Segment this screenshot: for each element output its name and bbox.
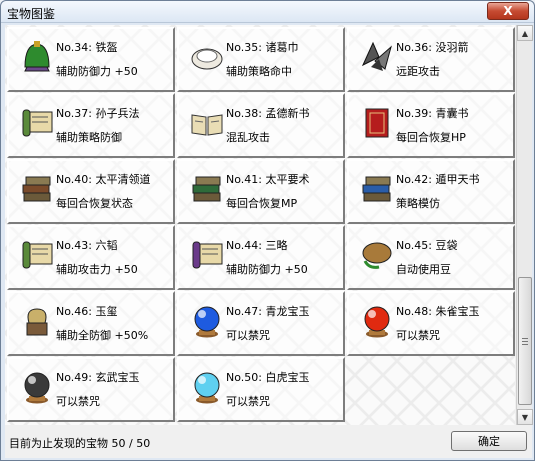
purple-scroll-icon xyxy=(189,237,225,273)
vertical-scrollbar[interactable]: ▲ ▼ xyxy=(516,25,533,425)
treasure-item-name: No.37: 孙子兵法 xyxy=(56,107,140,120)
title-bar[interactable]: 宝物图鉴 X xyxy=(1,1,534,23)
scroll-down-button[interactable]: ▼ xyxy=(517,409,533,425)
treasure-item-description: 辅助策略防御 xyxy=(56,131,122,144)
treasure-item[interactable]: No.40: 太平清领道 每回合恢复状态 xyxy=(7,159,175,224)
treasure-item-description: 每回合恢复状态 xyxy=(56,197,133,210)
black-orb-icon xyxy=(19,369,55,405)
treasure-item-description: 辅助攻击力 +50 xyxy=(56,263,138,276)
treasure-item-description: 辅助策略命中 xyxy=(226,65,292,78)
arrow-down-icon: ▼ xyxy=(521,412,529,422)
treasure-item[interactable]: No.49: 玄武宝玉 可以禁咒 xyxy=(7,357,175,422)
helmet-icon xyxy=(19,39,55,75)
close-icon: X xyxy=(503,4,513,18)
scroll-icon xyxy=(19,237,55,273)
treasure-item[interactable]: No.44: 三略辅助防御力 +50 xyxy=(177,225,345,290)
ok-button[interactable]: 确定 xyxy=(451,431,527,451)
treasure-item-name: No.38: 孟德新书 xyxy=(226,107,310,120)
treasure-item-name: No.39: 青囊书 xyxy=(396,107,469,120)
treasure-item-name: No.47: 青龙宝玉 xyxy=(226,305,310,318)
treasure-item-name: No.42: 遁甲天书 xyxy=(396,173,480,186)
treasure-item-name: No.34: 铁盔 xyxy=(56,41,118,54)
arrowhead-icon xyxy=(359,39,395,75)
treasure-item-name: No.40: 太平清领道 xyxy=(56,173,151,186)
treasure-item-name: No.48: 朱雀宝玉 xyxy=(396,305,480,318)
headscarf-icon xyxy=(189,39,225,75)
treasure-item-name: No.49: 玄武宝玉 xyxy=(56,371,140,384)
scroll-up-button[interactable]: ▲ xyxy=(517,25,533,41)
treasure-item-name: No.46: 玉玺 xyxy=(56,305,118,318)
treasure-item[interactable]: No.38: 孟德新书 混乱攻击 xyxy=(177,93,345,158)
white-orb-icon xyxy=(189,369,225,405)
scroll-thumb[interactable] xyxy=(518,277,532,405)
green-books-icon xyxy=(189,171,225,207)
window-title: 宝物图鉴 xyxy=(7,7,56,21)
treasure-item-description: 每回合恢复MP xyxy=(226,197,298,210)
treasure-item-description: 策略模仿 xyxy=(396,197,440,210)
scroll-icon xyxy=(19,105,55,141)
treasure-item[interactable]: No.35: 诸葛巾 辅助策略命中 xyxy=(177,27,345,92)
red-orb-icon xyxy=(359,303,395,339)
dialog-body: No.34: 铁盔辅助防御力 +50 No.35: 诸葛巾 辅助策略命中 No.3… xyxy=(5,25,533,458)
treasure-item-name: No.35: 诸葛巾 xyxy=(226,41,299,54)
treasure-item-description: 辅助全防御 +50% xyxy=(56,329,149,342)
jade-seal-icon xyxy=(19,303,55,339)
treasure-item-name: No.41: 太平要术 xyxy=(226,173,310,186)
treasure-grid: No.34: 铁盔辅助防御力 +50 No.35: 诸葛巾 辅助策略命中 No.3… xyxy=(7,27,515,423)
treasure-item-name: No.36: 没羽箭 xyxy=(396,41,469,54)
red-book-icon xyxy=(359,105,395,141)
treasure-item[interactable]: No.34: 铁盔辅助防御力 +50 xyxy=(7,27,175,92)
treasure-item-description: 可以禁咒 xyxy=(396,329,440,342)
treasure-item-description: 混乱攻击 xyxy=(226,131,270,144)
treasure-item[interactable]: No.47: 青龙宝玉 可以禁咒 xyxy=(177,291,345,356)
open-book-icon xyxy=(189,105,225,141)
treasure-item[interactable]: No.37: 孙子兵法 辅助策略防御 xyxy=(7,93,175,158)
treasure-item[interactable]: No.50: 白虎宝玉 可以禁咒 xyxy=(177,357,345,422)
treasure-item-name: No.45: 豆袋 xyxy=(396,239,458,252)
treasure-item-description: 可以禁咒 xyxy=(56,395,100,408)
found-count-text: 目前为止发现的宝物 50 / 50 xyxy=(9,437,151,450)
treasure-item-name: No.50: 白虎宝玉 xyxy=(226,371,310,384)
treasure-item[interactable]: No.36: 没羽箭 远距攻击 xyxy=(347,27,515,92)
treasure-item-description: 可以禁咒 xyxy=(226,329,270,342)
treasure-item[interactable]: No.39: 青囊书 每回合恢复HP xyxy=(347,93,515,158)
arrow-up-icon: ▲ xyxy=(521,28,529,38)
treasure-item[interactable]: No.41: 太平要术 每回合恢复MP xyxy=(177,159,345,224)
treasure-item-description: 可以禁咒 xyxy=(226,395,270,408)
blue-orb-icon xyxy=(189,303,225,339)
treasure-item-description: 每回合恢复HP xyxy=(396,131,466,144)
treasure-item[interactable]: No.45: 豆袋 自动使用豆 xyxy=(347,225,515,290)
book-stack-icon xyxy=(19,171,55,207)
treasure-item-description: 辅助防御力 +50 xyxy=(226,263,308,276)
treasure-item[interactable]: No.46: 玉玺辅助全防御 +50% xyxy=(7,291,175,356)
close-button[interactable]: X xyxy=(487,2,529,20)
treasure-item-name: No.43: 六韬 xyxy=(56,239,118,252)
treasure-item-description: 辅助防御力 +50 xyxy=(56,65,138,78)
treasure-item-description: 自动使用豆 xyxy=(396,263,451,276)
treasure-item-name: No.44: 三略 xyxy=(226,239,288,252)
treasure-list[interactable]: No.34: 铁盔辅助防御力 +50 No.35: 诸葛巾 辅助策略命中 No.3… xyxy=(5,25,515,425)
treasure-item[interactable]: No.43: 六韬辅助攻击力 +50 xyxy=(7,225,175,290)
treasure-item[interactable]: No.42: 遁甲天书 策略模仿 xyxy=(347,159,515,224)
treasure-item-description: 远距攻击 xyxy=(396,65,440,78)
treasure-item[interactable]: No.48: 朱雀宝玉 可以禁咒 xyxy=(347,291,515,356)
treasure-catalog-window: 宝物图鉴 X No.34: 铁盔 辅助防御力 +50 No.35: 诸葛巾 辅助策略… xyxy=(0,0,535,461)
bean-bag-icon xyxy=(359,237,395,273)
blue-books-icon xyxy=(359,171,395,207)
